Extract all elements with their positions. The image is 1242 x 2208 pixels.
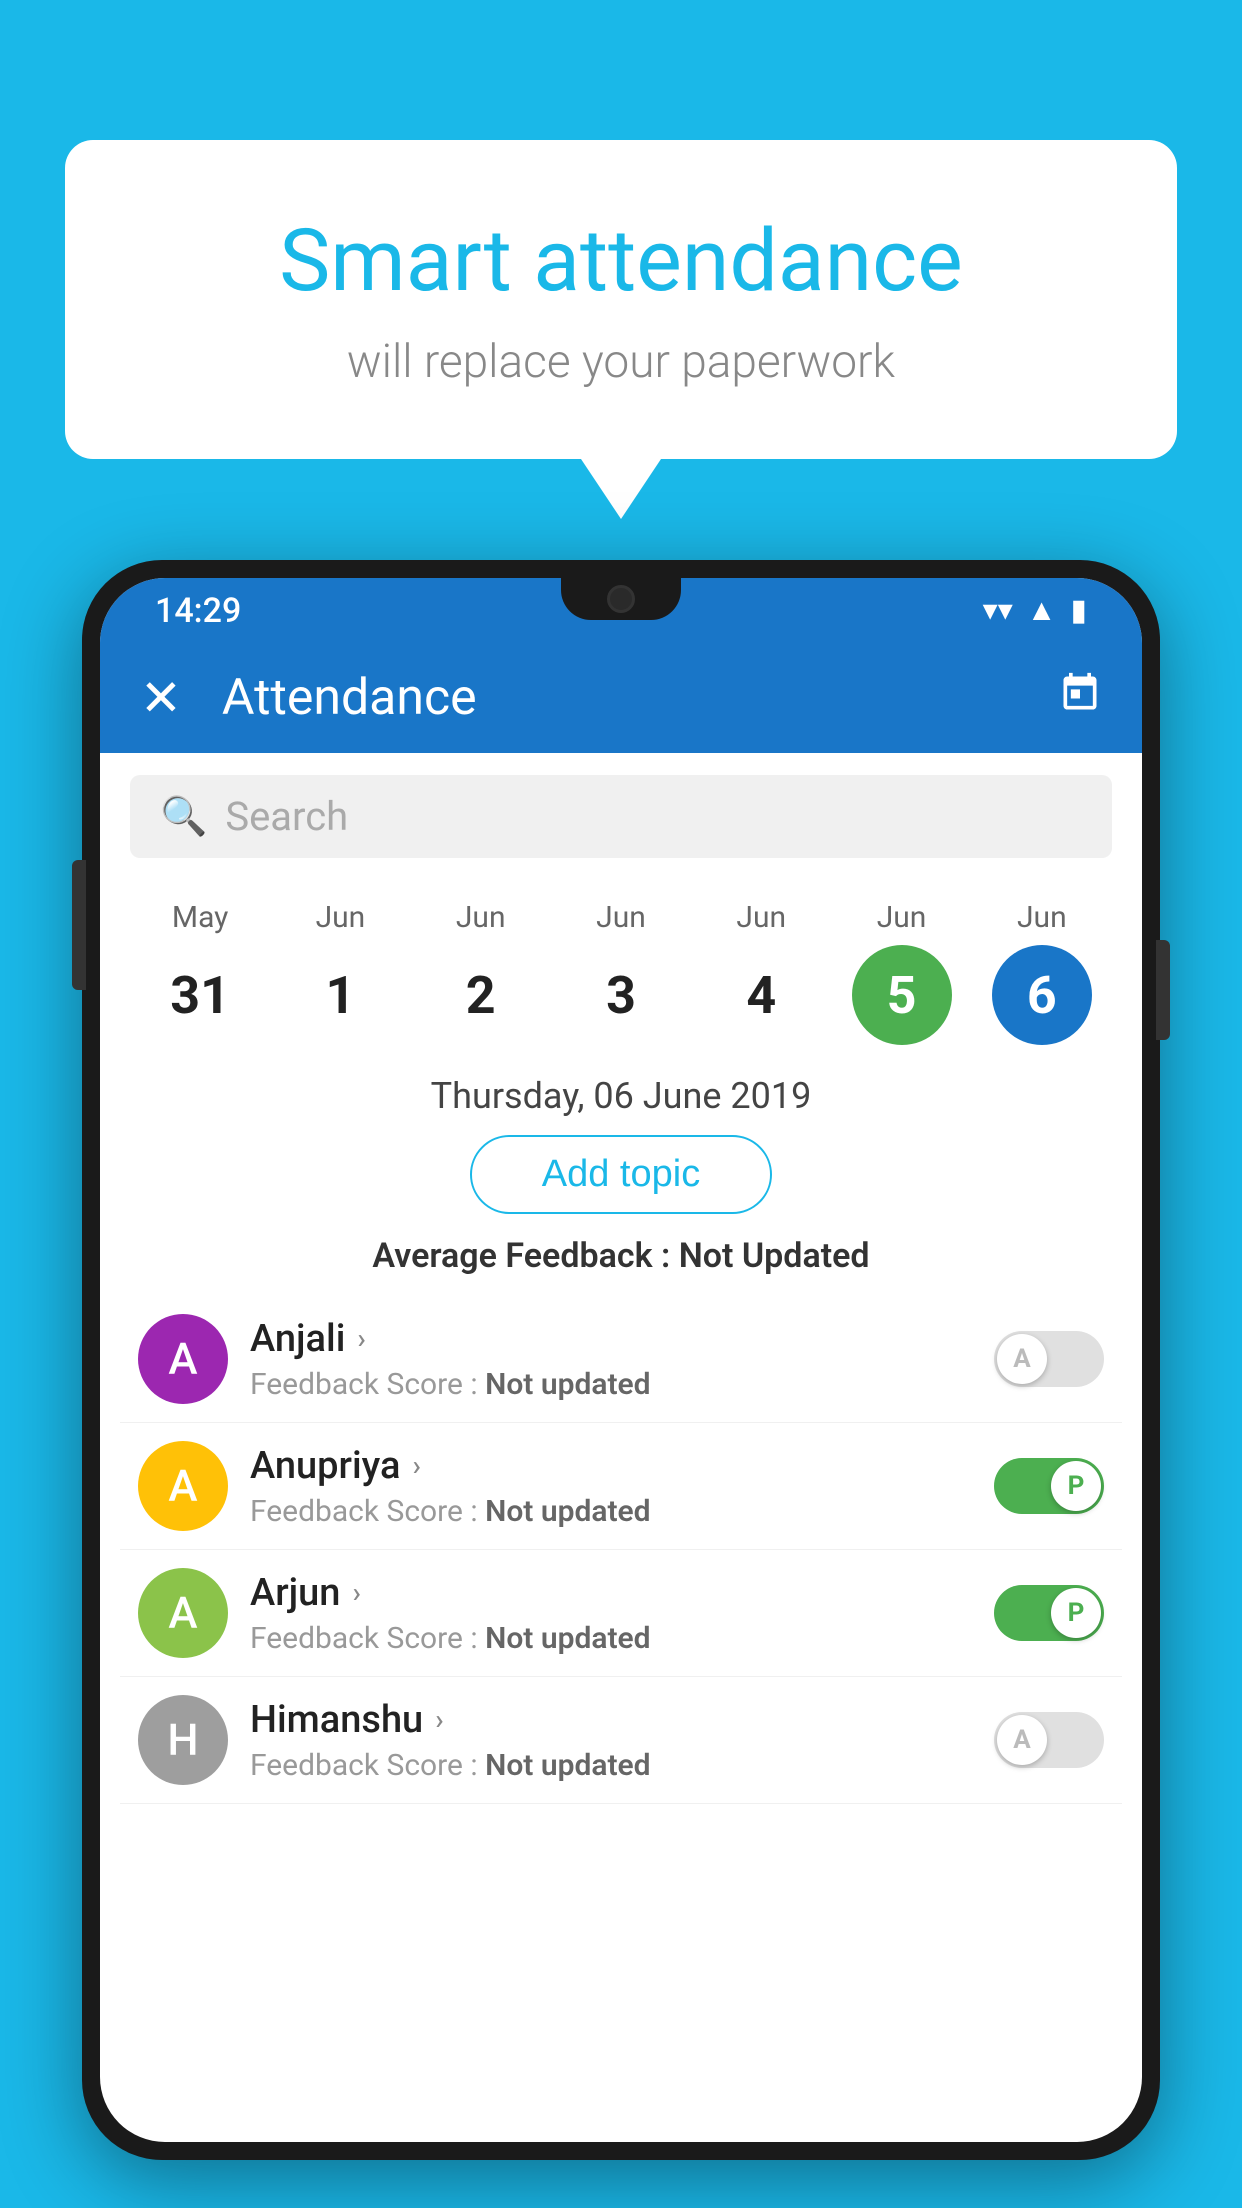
front-camera [607,585,635,613]
attendance-toggle[interactable]: A [994,1331,1104,1387]
student-row[interactable]: A Anjali › Feedback Score : Not updated A [120,1296,1122,1423]
signal-icon: ▲ [1027,593,1057,628]
cal-date-number: 2 [431,945,531,1045]
volume-button [1156,940,1170,1040]
phone-container: 14:29 ▾▾ ▲ ▮ ✕ Attendance 🔍 [82,560,1160,2208]
calendar-day[interactable]: Jun 5 [852,900,952,1045]
cal-date-number: 5 [852,945,952,1045]
student-row[interactable]: A Arjun › Feedback Score : Not updated P [120,1550,1122,1677]
attendance-toggle[interactable]: P [994,1585,1104,1641]
calendar-day[interactable]: Jun 2 [431,900,531,1045]
speech-bubble-container: Smart attendance will replace your paper… [65,140,1177,519]
chevron-right-icon: › [352,1576,360,1609]
student-name: Anjali › [250,1317,972,1361]
cal-date-number: 4 [711,945,811,1045]
student-info: Himanshu › Feedback Score : Not updated [250,1698,972,1783]
toggle-knob: A [997,1334,1047,1384]
student-info: Arjun › Feedback Score : Not updated [250,1571,972,1656]
power-button [72,860,86,990]
chevron-right-icon: › [435,1703,443,1736]
calendar-strip: May 31 Jun 1 Jun 2 Jun 3 Jun 4 Jun 5 Jun 6 [100,880,1142,1055]
cal-month-label: Jun [877,900,927,935]
phone-outer: 14:29 ▾▾ ▲ ▮ ✕ Attendance 🔍 [82,560,1160,2160]
feedback-score: Feedback Score : Not updated [250,1367,972,1402]
student-name: Arjun › [250,1571,972,1615]
student-info: Anjali › Feedback Score : Not updated [250,1317,972,1402]
cal-date-number: 3 [571,945,671,1045]
close-button[interactable]: ✕ [140,669,182,728]
cal-date-number: 6 [992,945,1092,1045]
calendar-day[interactable]: Jun 4 [711,900,811,1045]
cal-month-label: May [172,900,228,935]
feedback-score: Feedback Score : Not updated [250,1621,972,1656]
toggle-knob: P [1051,1461,1101,1511]
student-name: Anupriya › [250,1444,972,1488]
app-bar: ✕ Attendance [100,643,1142,753]
add-topic-button[interactable]: Add topic [470,1135,772,1214]
status-icons: ▾▾ ▲ ▮ [983,593,1087,628]
feedback-score: Feedback Score : Not updated [250,1494,972,1529]
student-row[interactable]: A Anupriya › Feedback Score : Not updated P [120,1423,1122,1550]
toggle-container[interactable]: P [994,1458,1104,1514]
selected-date-label: Thursday, 06 June 2019 [100,1075,1142,1117]
battery-icon: ▮ [1070,593,1087,628]
speech-bubble: Smart attendance will replace your paper… [65,140,1177,459]
phone-screen: 14:29 ▾▾ ▲ ▮ ✕ Attendance 🔍 [100,578,1142,2142]
toggle-container[interactable]: A [994,1712,1104,1768]
app-bar-title: Attendance [222,669,1018,727]
cal-month-label: Jun [316,900,366,935]
calendar-day[interactable]: May 31 [150,900,250,1045]
cal-month-label: Jun [596,900,646,935]
cal-date-number: 31 [150,945,250,1045]
speech-bubble-tail [581,459,661,519]
feedback-score: Feedback Score : Not updated [250,1748,972,1783]
wifi-icon: ▾▾ [983,593,1013,628]
attendance-toggle[interactable]: P [994,1458,1104,1514]
student-row[interactable]: H Himanshu › Feedback Score : Not updated A [120,1677,1122,1804]
speech-bubble-title: Smart attendance [145,210,1097,311]
calendar-day[interactable]: Jun 1 [290,900,390,1045]
status-time: 14:29 [155,591,241,631]
cal-month-label: Jun [736,900,786,935]
attendance-toggle[interactable]: A [994,1712,1104,1768]
toggle-container[interactable]: P [994,1585,1104,1641]
cal-month-label: Jun [456,900,506,935]
calendar-day[interactable]: Jun 6 [992,900,1092,1045]
phone-notch [561,578,681,620]
avatar: A [138,1568,228,1658]
average-feedback-label: Average Feedback : [372,1236,670,1276]
calendar-day[interactable]: Jun 3 [571,900,671,1045]
calendar-icon[interactable] [1058,671,1102,726]
average-feedback: Average Feedback : Not Updated [100,1236,1142,1276]
student-name: Himanshu › [250,1698,972,1742]
avatar: H [138,1695,228,1785]
search-icon: 🔍 [160,795,207,839]
cal-month-label: Jun [1017,900,1067,935]
toggle-knob: P [1051,1588,1101,1638]
toggle-container[interactable]: A [994,1331,1104,1387]
average-feedback-value: Not Updated [679,1236,870,1276]
student-list: AAnjali ›Feedback Score : Not updatedAAA… [100,1296,1142,1804]
chevron-right-icon: › [357,1322,365,1355]
toggle-knob: A [997,1715,1047,1765]
avatar: A [138,1441,228,1531]
speech-bubble-subtitle: will replace your paperwork [145,335,1097,389]
search-bar[interactable]: 🔍 Search [130,775,1112,858]
chevron-right-icon: › [412,1449,420,1482]
cal-date-number: 1 [290,945,390,1045]
avatar: A [138,1314,228,1404]
search-placeholder: Search [225,793,348,840]
student-info: Anupriya › Feedback Score : Not updated [250,1444,972,1529]
